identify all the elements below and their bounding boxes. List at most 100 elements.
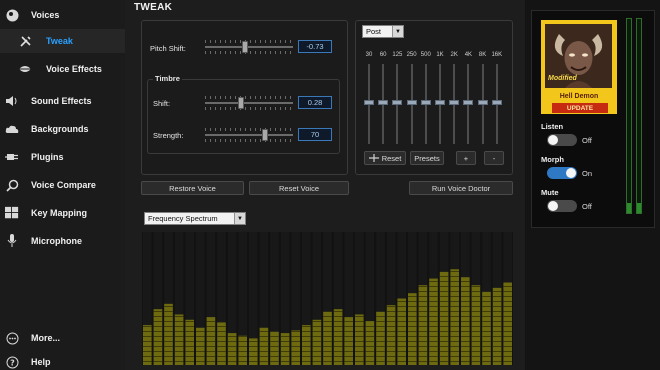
spectrum-bar [365, 321, 375, 365]
cloud-icon [5, 122, 19, 136]
nav-key-mapping[interactable]: Key Mapping [0, 201, 125, 225]
frequency-spectrum [142, 232, 513, 365]
timbre-strength-slider[interactable] [205, 128, 293, 142]
nav-sound-effects[interactable]: Sound Effects [0, 89, 125, 113]
reset-voice-button[interactable]: Reset Voice [249, 181, 349, 195]
nav-microphone-label: Microphone [31, 236, 82, 246]
nav-voice-compare[interactable]: Voice Compare [0, 173, 125, 197]
nav-more[interactable]: More... [0, 326, 125, 350]
eq-band-slider[interactable] [406, 64, 417, 144]
eq-band-slider[interactable] [477, 64, 488, 144]
input-level-meter [626, 18, 632, 214]
eq-band-thumb[interactable] [491, 100, 502, 105]
timbre-strength-value[interactable]: 70 [298, 128, 332, 141]
morph-toggle[interactable] [547, 167, 577, 179]
spectrum-bar [503, 282, 512, 365]
eq-band-thumb[interactable] [364, 100, 374, 105]
chevron-down-icon: ▼ [234, 213, 245, 224]
voice-avatar[interactable]: Modified [545, 24, 612, 88]
pitch-shift-value[interactable]: -0.73 [298, 40, 332, 53]
nav-voice-effects[interactable]: Voice Effects [0, 57, 125, 81]
sidebar: Voices Tweak Voice Effects Sound Effects… [0, 0, 125, 370]
timbre-label: Timbre [153, 74, 182, 83]
timbre-shift-thumb[interactable] [238, 97, 244, 109]
speaker-icon [5, 94, 19, 108]
eq-band-slider[interactable] [392, 64, 403, 144]
eq-band-slider[interactable] [491, 64, 502, 144]
timbre-shift-slider[interactable] [205, 96, 293, 110]
nav-backgrounds[interactable]: Backgrounds [0, 117, 125, 141]
eq-add-button[interactable]: + [456, 151, 476, 165]
nav-sound-effects-label: Sound Effects [31, 96, 92, 106]
tools-icon [18, 34, 32, 48]
timbre-strength-thumb[interactable] [262, 129, 268, 141]
eq-remove-button[interactable]: - [484, 151, 504, 165]
eq-band-slider[interactable] [364, 64, 374, 144]
eq-band-thumb[interactable] [477, 100, 488, 105]
nav-backgrounds-label: Backgrounds [31, 124, 89, 134]
eq-band-label: 60 [379, 52, 387, 58]
spectrum-bar [418, 285, 428, 365]
mute-label: Mute [541, 188, 559, 197]
voice-name: Hell Demon [559, 93, 599, 100]
page-title: TWEAK [134, 2, 173, 13]
nav-voice-effects-label: Voice Effects [46, 64, 102, 74]
spectrum-bar [482, 291, 491, 365]
eq-band-slider[interactable] [463, 64, 474, 144]
nav-plugins[interactable]: Plugins [0, 145, 125, 169]
pitch-shift-thumb[interactable] [242, 41, 248, 53]
pitch-shift-slider[interactable] [205, 40, 293, 54]
eq-mode-select[interactable]: Post ▼ [362, 25, 404, 38]
eq-band-thumb[interactable] [420, 100, 431, 105]
eq-band-label: 4K [464, 52, 473, 58]
run-voice-doctor-button[interactable]: Run Voice Doctor [409, 181, 513, 195]
keyboard-icon [5, 206, 19, 220]
nav-voices[interactable]: Voices [0, 3, 125, 27]
eq-band-thumb[interactable] [449, 100, 460, 105]
spectrum-bar [355, 314, 364, 365]
spectrum-bar [376, 311, 385, 365]
spectrum-mode-select[interactable]: Frequency Spectrum ▼ [144, 212, 246, 225]
voices-icon [5, 8, 19, 22]
spectrum-bar [291, 330, 300, 365]
plug-icon [5, 150, 19, 164]
output-level-meter [636, 18, 642, 214]
update-button[interactable]: UPDATE [552, 103, 608, 113]
eq-band-thumb[interactable] [392, 100, 403, 105]
mute-toggle[interactable] [547, 200, 577, 212]
spectrum-bar [217, 322, 226, 365]
spectrum-bar [280, 333, 290, 365]
eq-band-thumb[interactable] [378, 100, 389, 105]
nav-voice-compare-label: Voice Compare [31, 180, 96, 190]
morph-label: Morph [541, 155, 564, 164]
eq-band-thumb[interactable] [463, 100, 474, 105]
spectrum-bar [450, 269, 459, 365]
nav-plugins-label: Plugins [31, 152, 64, 162]
spectrum-bar [174, 314, 184, 365]
eq-band-label: 1K [436, 52, 444, 58]
eq-band-thumb[interactable] [435, 100, 445, 105]
eq-reset-button[interactable]: Reset [364, 151, 406, 165]
eq-band-slider[interactable] [378, 64, 389, 144]
eq-presets-button[interactable]: Presets [410, 151, 444, 165]
listen-toggle[interactable] [547, 134, 577, 146]
eq-band-slider[interactable] [435, 64, 445, 144]
nav-tweak-label: Tweak [46, 36, 73, 46]
magnifier-icon [5, 178, 19, 192]
timbre-shift-value[interactable]: 0.28 [298, 96, 332, 109]
eq-band-label: 250 [406, 52, 417, 58]
nav-microphone[interactable]: Microphone [0, 229, 125, 253]
eq-band-slider[interactable] [420, 64, 431, 144]
nav-more-label: More... [31, 333, 61, 343]
lips-icon [18, 62, 32, 76]
eq-mode-value: Post [366, 27, 382, 36]
spectrum-bar [227, 333, 237, 365]
nav-help[interactable]: ? Help [0, 350, 125, 370]
more-icon [5, 331, 19, 345]
eq-band-slider[interactable] [449, 64, 460, 144]
restore-voice-button[interactable]: Restore Voice [141, 181, 244, 195]
spectrum-bar [164, 303, 173, 365]
modified-badge: Modified [548, 75, 577, 82]
eq-band-thumb[interactable] [406, 100, 417, 105]
nav-tweak[interactable]: Tweak [0, 29, 125, 53]
